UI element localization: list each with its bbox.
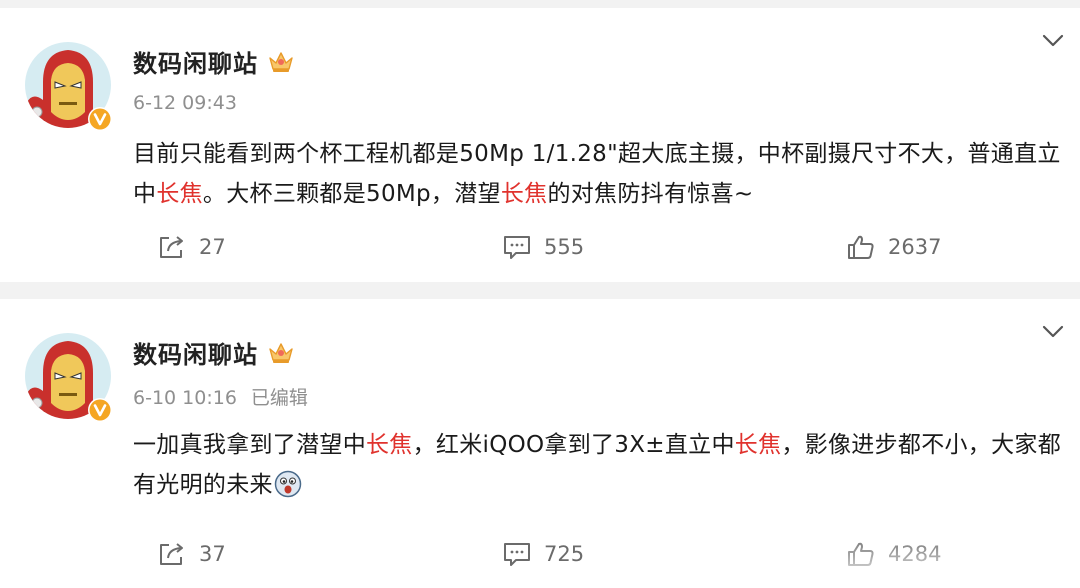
comment-icon [504, 236, 530, 259]
comment-count: 555 [544, 235, 585, 259]
repost-button[interactable]: 27 [157, 227, 226, 267]
chevron-down-icon[interactable] [1042, 325, 1064, 339]
post-card[interactable]: 数码闲聊站 6-10 10:16 已编辑 一加真我拿到了潜望中长焦，红米iQOO拿… [0, 299, 1080, 588]
repost-count: 27 [199, 235, 226, 259]
like-count: 4284 [888, 542, 942, 566]
post-date: 6-12 09:43 [133, 92, 237, 114]
chevron-down-icon[interactable] [1042, 34, 1064, 48]
action-bar: 27 555 2637 [0, 227, 1080, 267]
comment-button[interactable]: 555 [502, 227, 584, 267]
repost-count: 37 [199, 542, 226, 566]
author-name[interactable]: 数码闲聊站 [133, 335, 258, 370]
content-text: 一加真我拿到了潜望中 [133, 432, 366, 458]
topic-highlight[interactable]: 长焦 [735, 432, 782, 458]
edited-label[interactable]: 已编辑 [251, 387, 308, 409]
avatar[interactable] [25, 333, 112, 422]
avatar[interactable] [25, 42, 112, 131]
content-text: ，红米iQOO拿到了3X±直立中 [412, 432, 735, 458]
author-name[interactable]: 数码闲聊站 [133, 44, 258, 79]
post-meta: 6-10 10:16 已编辑 [133, 383, 308, 410]
verified-badge-icon [88, 107, 112, 131]
weibo-feed: 数码闲聊站 6-12 09:43 目前只能看到两个杯工程机都是50Mp 1/1.… [0, 0, 1080, 588]
post-card[interactable]: 数码闲聊站 6-12 09:43 目前只能看到两个杯工程机都是50Mp 1/1.… [0, 8, 1080, 282]
like-count: 2637 [888, 235, 942, 259]
crown-icon [269, 52, 293, 72]
like-icon [848, 235, 874, 259]
topic-highlight[interactable]: 长焦 [501, 181, 548, 207]
comment-button[interactable]: 725 [502, 534, 584, 574]
post-date: 6-10 10:16 [133, 387, 237, 409]
post-meta: 6-12 09:43 [133, 92, 237, 114]
topic-highlight[interactable]: 长焦 [156, 181, 203, 207]
repost-button[interactable]: 37 [157, 534, 226, 574]
repost-icon [160, 236, 183, 258]
post-content: 目前只能看到两个杯工程机都是50Mp 1/1.28"超大底主摄，中杯副摄尺寸不大… [133, 134, 1068, 214]
like-button[interactable]: 4284 [846, 534, 941, 574]
crown-icon [269, 343, 293, 363]
comment-count: 725 [544, 542, 585, 566]
like-icon [848, 542, 874, 566]
comment-icon [504, 543, 530, 566]
action-bar: 37 725 4284 [0, 534, 1080, 574]
emoji-icon [274, 470, 302, 498]
content-text: 的对焦防抖有惊喜~ [547, 181, 754, 207]
content-text: 。大杯三颗都是50Mp，潜望 [202, 181, 501, 207]
topic-highlight[interactable]: 长焦 [366, 432, 413, 458]
post-content: 一加真我拿到了潜望中长焦，红米iQOO拿到了3X±直立中长焦，影像进步都不小，大… [133, 425, 1068, 505]
verified-badge-icon [88, 398, 112, 422]
repost-icon [160, 543, 183, 565]
like-button[interactable]: 2637 [846, 227, 941, 267]
